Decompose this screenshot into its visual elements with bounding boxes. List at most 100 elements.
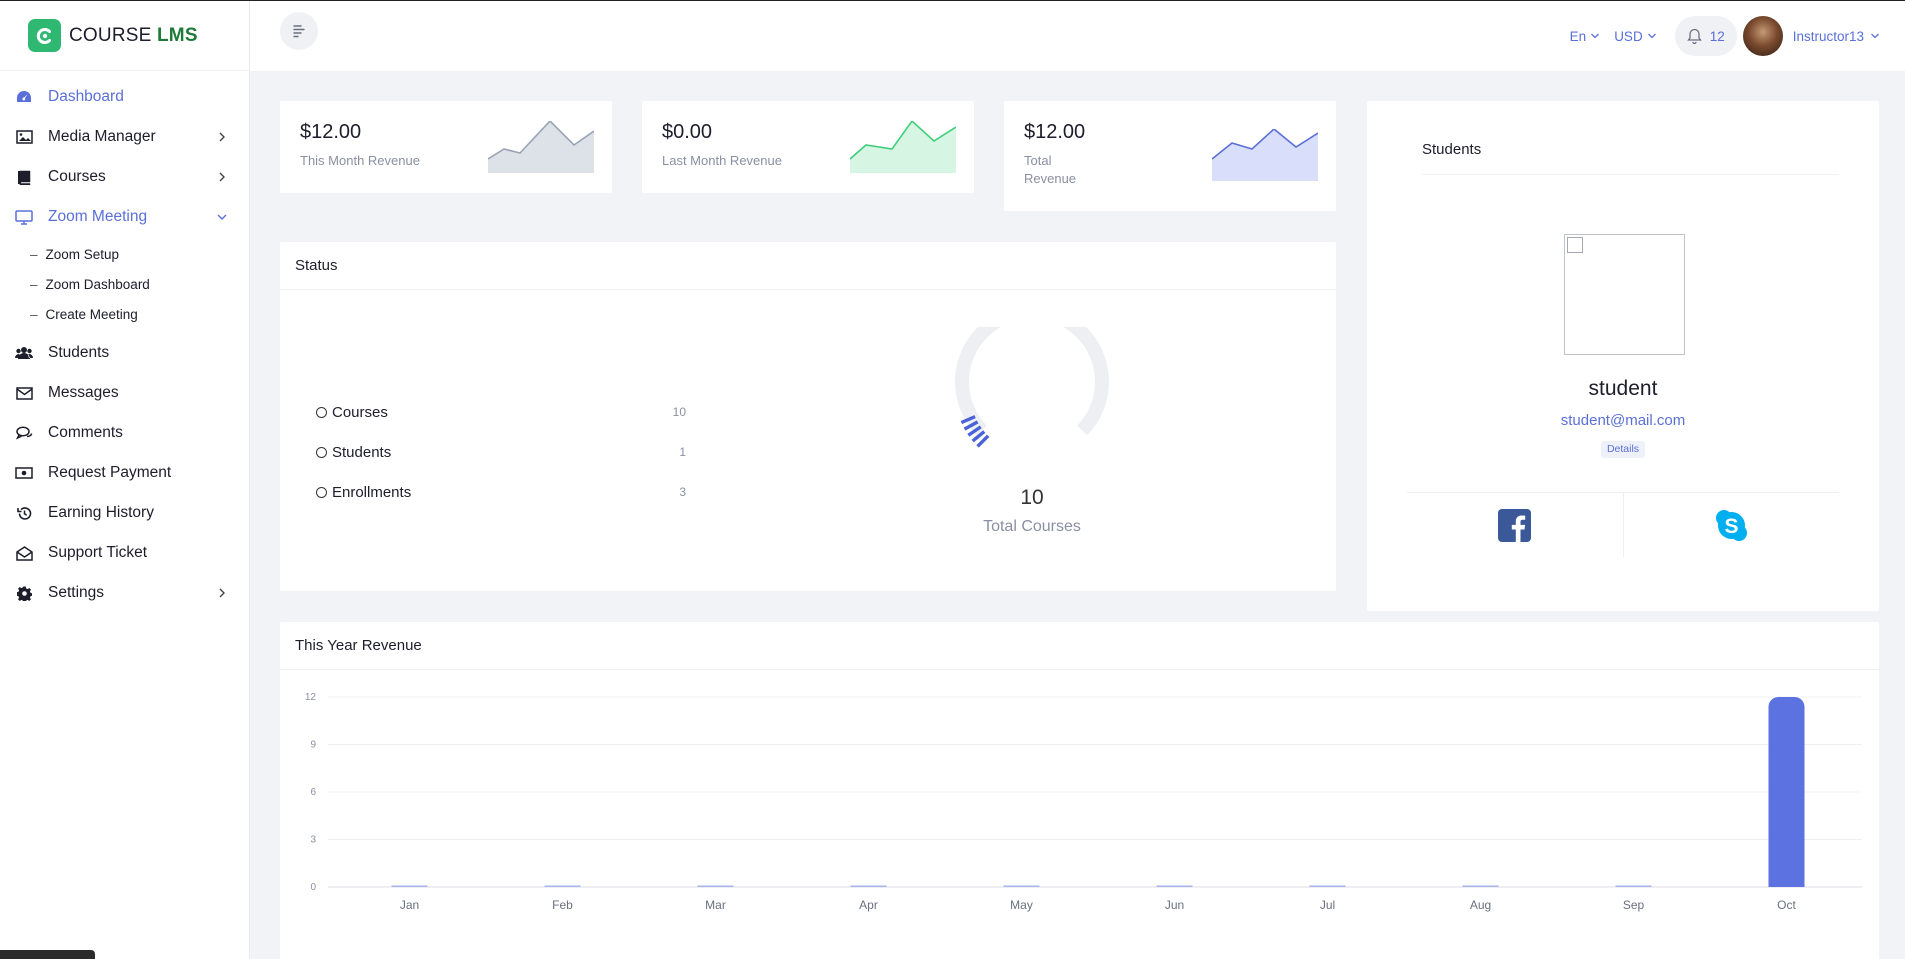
chevron-right-icon — [219, 172, 225, 182]
skype-icon: S — [1715, 509, 1747, 541]
stat-card-this-month: $12.00 This Month Revenue — [280, 101, 612, 193]
logo[interactable]: COURSE LMS — [0, 1, 249, 71]
x-tick-label: Aug — [1470, 898, 1491, 912]
history-icon — [14, 505, 34, 521]
y-tick-label: 3 — [310, 835, 316, 846]
x-tick-label: Jan — [400, 898, 419, 912]
bar[interactable] — [544, 885, 581, 888]
sidebar-item-label: Courses — [48, 168, 106, 185]
avatar[interactable] — [1742, 16, 1783, 56]
sparkline-chart — [850, 121, 956, 173]
bar[interactable] — [1309, 885, 1346, 888]
x-tick-label: Oct — [1777, 898, 1796, 912]
sidebar: COURSE LMS Dashboard Media Manager Cours… — [0, 1, 250, 959]
status-tooltip — [0, 950, 95, 959]
sidebar-item-courses[interactable]: Courses — [0, 157, 249, 197]
sparkline-chart — [488, 121, 594, 173]
sidebar-item-label: Support Ticket — [48, 544, 148, 561]
facebook-link[interactable] — [1407, 493, 1624, 557]
revenue-card: This Year Revenue 12 9 6 3 0 Jan Feb Mar Apr May J… — [280, 622, 1879, 959]
menu-icon — [293, 25, 305, 38]
sidebar-nav: Dashboard Media Manager Courses Zoom Mee… — [0, 71, 249, 613]
sidebar-subitem-zoom-setup[interactable]: – Zoom Setup — [0, 239, 249, 269]
username: Instructor13 — [1792, 28, 1864, 44]
details-button[interactable]: Details — [1601, 441, 1645, 458]
sidebar-item-zoom-meeting[interactable]: Zoom Meeting — [0, 197, 249, 237]
menu-toggle-button[interactable] — [280, 12, 318, 50]
book-icon — [14, 169, 34, 185]
x-tick-label: Jun — [1165, 898, 1184, 912]
card-title: Status — [280, 242, 1336, 290]
status-row: Courses 10 — [316, 392, 686, 432]
y-tick-label: 9 — [310, 740, 316, 751]
chevron-down-icon — [217, 214, 227, 220]
chevron-down-icon — [1647, 33, 1656, 39]
sidebar-item-label: Messages — [48, 384, 119, 401]
sidebar-item-dashboard[interactable]: Dashboard — [0, 77, 249, 117]
bar[interactable] — [850, 885, 887, 888]
card-title: This Year Revenue — [280, 622, 1879, 670]
logo-icon — [28, 19, 61, 52]
student-name: student — [1588, 377, 1658, 400]
sidebar-item-earning-history[interactable]: Earning History — [0, 493, 249, 533]
gauge-label: Total Courses — [983, 518, 1081, 535]
student-photo — [1564, 234, 1685, 355]
social-links: S — [1407, 492, 1839, 557]
x-tick-label: Feb — [552, 898, 573, 912]
topbar-actions: En USD 12 Instructor13 — [1556, 15, 1880, 57]
y-tick-label: 12 — [305, 692, 317, 703]
bar[interactable] — [1156, 885, 1193, 888]
sidebar-item-media-manager[interactable]: Media Manager — [0, 117, 249, 157]
sidebar-item-label: Dashboard — [48, 88, 124, 105]
revenue-bar-chart: 12 9 6 3 0 Jan Feb Mar Apr May Jun Jul Aug Sep Oct — [305, 692, 1862, 912]
sidebar-item-students[interactable]: Students — [0, 333, 249, 373]
sidebar-item-comments[interactable]: Comments — [0, 413, 249, 453]
bar[interactable] — [1615, 885, 1652, 888]
bar-base — [1768, 875, 1805, 887]
sidebar-item-label: Media Manager — [48, 128, 156, 145]
language-dropdown[interactable]: En — [1570, 29, 1601, 44]
gauge-value: 10 — [1020, 486, 1044, 509]
sidebar-item-label: Students — [48, 344, 110, 361]
svg-text:S: S — [1724, 515, 1738, 538]
image-icon — [14, 129, 34, 145]
sidebar-item-settings[interactable]: Settings — [0, 573, 249, 613]
sidebar-subitem-create-meeting[interactable]: – Create Meeting — [0, 299, 249, 329]
users-icon — [14, 345, 34, 361]
bar[interactable] — [1768, 697, 1805, 887]
card-title: Students — [1422, 141, 1839, 175]
bar[interactable] — [697, 885, 734, 888]
students-card: Students student student@mail.com Detail… — [1367, 101, 1879, 611]
money-icon — [14, 465, 34, 481]
circle-icon — [316, 446, 327, 458]
envelope-open-icon — [14, 545, 34, 561]
facebook-icon — [1498, 508, 1532, 542]
topbar: En USD 12 Instructor13 — [250, 1, 1905, 71]
sidebar-item-messages[interactable]: Messages — [0, 373, 249, 413]
bar[interactable] — [1462, 885, 1499, 888]
x-tick-label: May — [1010, 898, 1033, 912]
sidebar-item-request-payment[interactable]: Request Payment — [0, 453, 249, 493]
sidebar-item-label: Zoom Meeting — [48, 208, 148, 225]
sidebar-item-support-ticket[interactable]: Support Ticket — [0, 533, 249, 573]
user-dropdown[interactable]: Instructor13 — [1793, 29, 1880, 44]
bar[interactable] — [1003, 885, 1040, 888]
bar[interactable] — [391, 885, 428, 888]
status-list: Courses 10 Students 1 Enrollments 3 — [316, 392, 686, 512]
stat-card-total: $12.00 Total Revenue — [1004, 101, 1336, 211]
notifications-button[interactable]: 12 — [1674, 16, 1737, 56]
skype-link[interactable]: S — [1624, 493, 1840, 557]
circle-icon — [316, 486, 327, 498]
envelope-icon — [14, 385, 34, 401]
currency-dropdown[interactable]: USD — [1614, 29, 1657, 44]
chevron-right-icon — [219, 588, 225, 598]
student-email[interactable]: student@mail.com — [1367, 412, 1879, 429]
x-tick-label: Apr — [859, 898, 878, 912]
sidebar-subitem-zoom-dashboard[interactable]: – Zoom Dashboard — [0, 269, 249, 299]
chevron-down-icon — [1871, 33, 1879, 39]
dashboard-icon — [14, 89, 34, 105]
chevron-right-icon — [219, 132, 225, 142]
x-tick-label: Sep — [1623, 898, 1645, 912]
logo-text: COURSE LMS — [69, 24, 198, 46]
bell-icon — [1686, 28, 1702, 44]
